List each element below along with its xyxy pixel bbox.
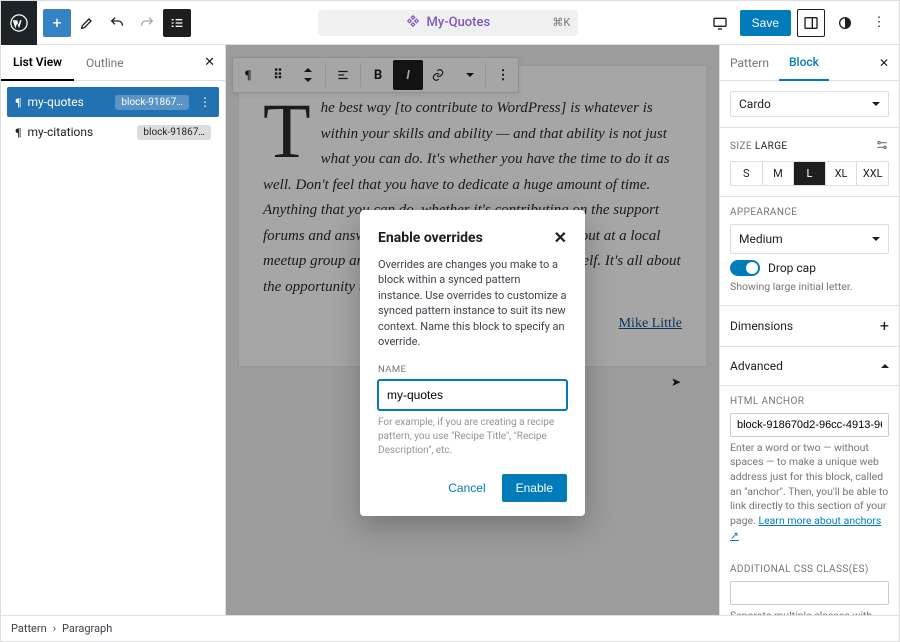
- undo-button[interactable]: [103, 9, 131, 37]
- chevron-down-icon: [868, 97, 880, 111]
- chevron-down-icon: [868, 232, 880, 246]
- tab-pattern[interactable]: Pattern: [720, 46, 779, 80]
- size-s[interactable]: S: [731, 162, 762, 185]
- modal-example-hint: For example, if you are creating a recip…: [378, 416, 567, 458]
- drop-cap-label: Drop cap: [768, 261, 816, 275]
- tab-block[interactable]: Block: [779, 45, 829, 81]
- html-anchor-input[interactable]: [730, 413, 889, 437]
- tree-item-label: my-quotes: [27, 95, 83, 109]
- breadcrumb-leaf[interactable]: Paragraph: [62, 622, 112, 635]
- settings-sidebar-toggle[interactable]: [797, 9, 825, 37]
- block-inserter-button[interactable]: +: [43, 9, 71, 37]
- size-xxl[interactable]: XXL: [856, 162, 888, 185]
- save-button[interactable]: Save: [740, 10, 791, 36]
- tab-list-view[interactable]: List View: [1, 45, 74, 81]
- tab-outline[interactable]: Outline: [74, 46, 136, 80]
- size-l[interactable]: L: [793, 162, 825, 185]
- close-settings[interactable]: ✕: [873, 50, 895, 76]
- appearance-select[interactable]: Medium: [730, 224, 889, 254]
- device-preview-button[interactable]: [706, 9, 734, 37]
- block-id-chip: block-91867…: [115, 95, 189, 110]
- modal-overlay: Enable overrides ✕ Overrides are changes…: [226, 45, 719, 615]
- drop-cap-hint: Showing large initial letter.: [730, 280, 889, 295]
- size-settings-icon[interactable]: [875, 138, 889, 155]
- tree-item-menu[interactable]: ⋮: [199, 95, 211, 109]
- breadcrumb: Pattern › Paragraph: [1, 615, 899, 641]
- modal-description: Overrides are changes you make to a bloc…: [378, 257, 567, 349]
- edit-icon[interactable]: [73, 9, 101, 37]
- block-id-chip: block-91867…: [137, 125, 211, 140]
- modal-close-button[interactable]: ✕: [554, 228, 567, 247]
- redo-button[interactable]: [133, 9, 161, 37]
- paragraph-icon: ¶: [15, 125, 21, 140]
- modal-title: Enable overrides: [378, 230, 483, 246]
- dimensions-accordion[interactable]: Dimensions +: [720, 306, 899, 347]
- tree-item-label: my-citations: [27, 125, 93, 139]
- font-family-select[interactable]: Cardo: [730, 91, 889, 117]
- enable-overrides-modal: Enable overrides ✕ Overrides are changes…: [360, 210, 585, 516]
- paragraph-icon: ¶: [15, 95, 21, 110]
- override-name-input[interactable]: [378, 380, 567, 410]
- breadcrumb-root[interactable]: Pattern: [11, 622, 47, 635]
- size-xl[interactable]: XL: [825, 162, 857, 185]
- pattern-icon: [406, 14, 420, 32]
- document-title: My-Quotes: [426, 15, 490, 30]
- tree-item-my-citations[interactable]: ¶ my-citations block-91867…: [7, 117, 219, 147]
- document-title-bar[interactable]: My-Quotes ⌘K: [193, 10, 704, 36]
- modal-field-label: NAME: [378, 364, 406, 375]
- modal-cancel-button[interactable]: Cancel: [440, 474, 493, 502]
- advanced-accordion[interactable]: Advanced: [720, 347, 899, 386]
- tree-item-my-quotes[interactable]: ¶ my-quotes block-91867… ⋮: [7, 87, 219, 117]
- size-preset-buttons: S M L XL XXL: [730, 161, 889, 186]
- chevron-up-icon: [877, 359, 889, 373]
- shortcut-hint: ⌘K: [552, 16, 570, 29]
- css-classes-input[interactable]: [730, 581, 889, 605]
- size-m[interactable]: M: [762, 162, 794, 185]
- styles-toggle[interactable]: [831, 9, 859, 37]
- close-list-view[interactable]: ✕: [198, 49, 221, 76]
- list-view-toggle[interactable]: [163, 9, 191, 37]
- modal-enable-button[interactable]: Enable: [502, 474, 567, 502]
- more-menu[interactable]: ⋮: [865, 9, 893, 37]
- plus-icon: +: [880, 318, 889, 334]
- wp-logo[interactable]: [1, 1, 37, 45]
- drop-cap-toggle[interactable]: [730, 260, 760, 276]
